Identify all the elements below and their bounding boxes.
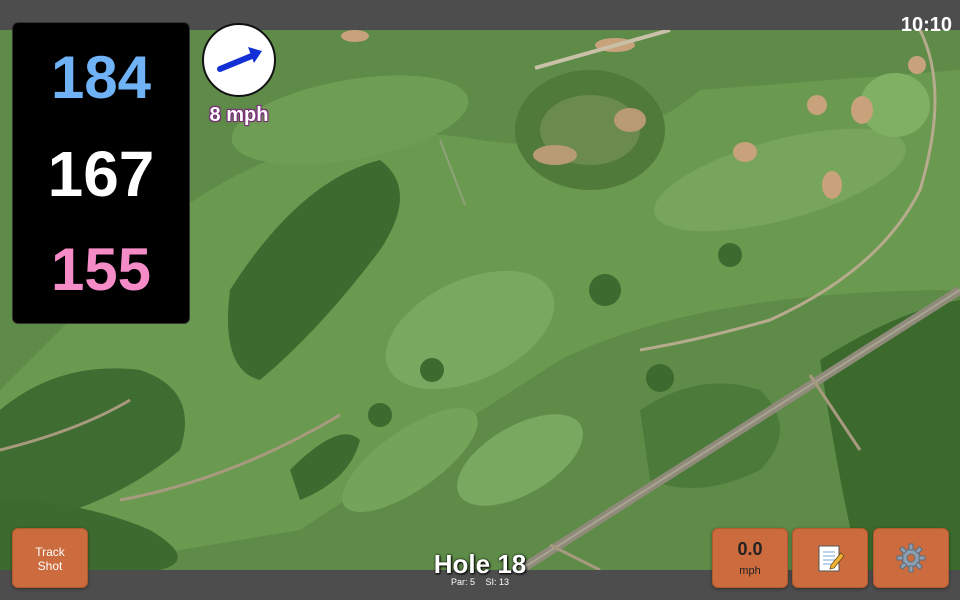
notepad-icon bbox=[818, 545, 845, 572]
distance-back: 184 bbox=[50, 44, 152, 111]
track-shot-label-line1: Track bbox=[35, 545, 65, 559]
speed-unit: mph bbox=[739, 565, 761, 577]
speed-button[interactable]: 0.0 mph bbox=[712, 528, 788, 588]
track-shot-button[interactable]: Track Shot bbox=[12, 528, 88, 588]
notes-button[interactable] bbox=[792, 528, 868, 588]
clock-time: 10:10 bbox=[900, 14, 952, 36]
distance-panel: 184 167 155 bbox=[12, 22, 190, 324]
gear-icon bbox=[896, 543, 926, 573]
hole-par: Par: 5 bbox=[450, 577, 475, 587]
hole-title: Hole 18 bbox=[433, 549, 527, 579]
distance-front: 155 bbox=[50, 236, 152, 303]
hole-info: Par: 5 SI: 13 bbox=[380, 577, 580, 587]
hole-stroke-index: SI: 13 bbox=[485, 577, 510, 587]
wind-indicator bbox=[202, 23, 276, 97]
wind-arrow-icon bbox=[217, 47, 262, 72]
wind-speed-label: 8 mph bbox=[209, 104, 269, 126]
speed-value: 0.0 bbox=[737, 539, 763, 559]
track-shot-label-line2: Shot bbox=[37, 559, 63, 573]
distance-middle: 167 bbox=[47, 138, 155, 210]
settings-button[interactable] bbox=[873, 528, 949, 588]
